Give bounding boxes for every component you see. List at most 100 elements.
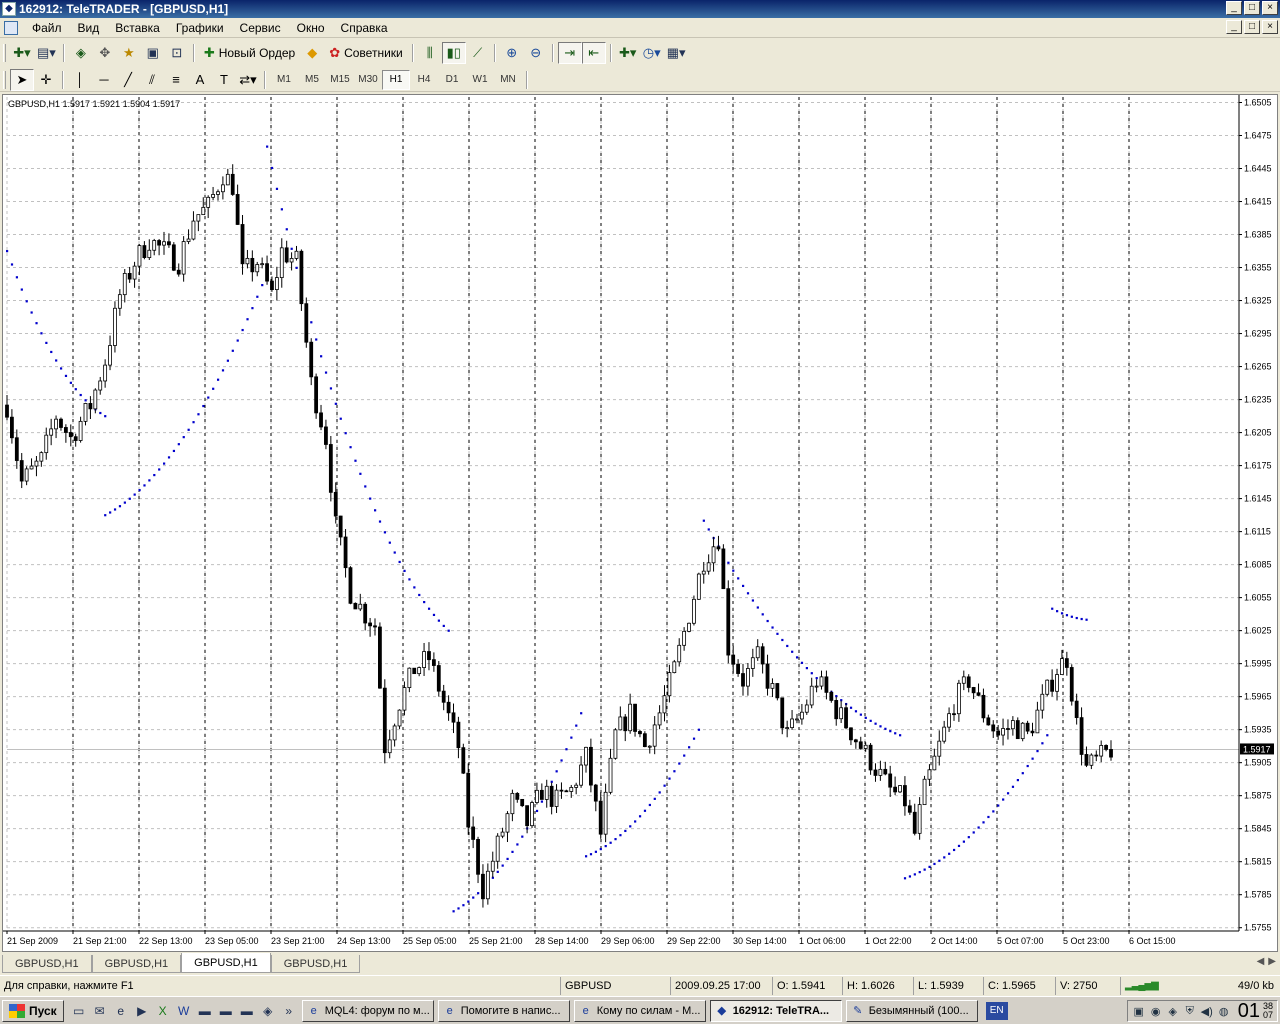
excel-icon[interactable]: X (154, 1002, 172, 1020)
timeframe-h1[interactable]: H1 (382, 69, 410, 90)
menu-file[interactable]: Файл (24, 21, 70, 35)
timeframe-m30[interactable]: M30 (354, 70, 382, 90)
strategy-tester-icon[interactable]: ⊡ (165, 42, 189, 64)
metaeditor-icon[interactable]: ◆ (300, 42, 324, 64)
data-window-icon[interactable]: ✥ (93, 42, 117, 64)
candle-body (505, 813, 510, 833)
chart-window-icon[interactable] (4, 20, 18, 35)
arrows-icon[interactable]: ⇄▾ (236, 69, 260, 91)
teletrader-app-icon[interactable]: ◆ (2, 2, 16, 16)
y-tick-label: 1.5755 (1244, 923, 1272, 933)
tab-scroll-left-icon[interactable]: ◀ (1257, 956, 1265, 967)
timeframe-m5[interactable]: M5 (298, 70, 326, 90)
shield-icon[interactable]: ⛨ (1183, 1004, 1197, 1018)
horizontal-line-icon[interactable]: ─ (92, 69, 116, 91)
crosshair-icon[interactable]: ✛ (34, 69, 58, 91)
cursor-icon[interactable]: ➤ (10, 68, 34, 91)
chart-tab-4[interactable]: GBPUSD,H1 (270, 955, 361, 973)
ie-icon[interactable]: e (112, 1002, 130, 1020)
navigator-icon[interactable]: ★ (117, 42, 141, 64)
network-icon-2[interactable]: ▬ (217, 1002, 235, 1020)
task-who-can[interactable]: e Кому по силам - М... (573, 999, 706, 1022)
sar-dot (864, 716, 867, 719)
connect-icon[interactable]: ◈ (259, 1002, 277, 1020)
auto-scroll-icon[interactable]: ⇥ (557, 42, 582, 64)
sar-dot (315, 338, 318, 341)
terminal-icon[interactable]: ▣ (141, 42, 165, 64)
periods-icon[interactable]: ◷▾ (640, 42, 664, 64)
bar-chart-icon[interactable]: ⫼ (418, 42, 442, 64)
chart-tab-1[interactable]: GBPUSD,H1 (2, 955, 92, 973)
timeframe-mn[interactable]: MN (494, 70, 522, 90)
desktop-icon[interactable]: ▭ (70, 1002, 88, 1020)
close-button[interactable]: × (1262, 1, 1278, 15)
sar-dot (604, 844, 607, 848)
mail-icon[interactable]: ✉ (91, 1002, 109, 1020)
volume-icon[interactable]: ◀) (1200, 1004, 1214, 1018)
media-player-icon[interactable]: ▶ (133, 1002, 151, 1020)
fibonacci-icon[interactable]: ≡ (164, 69, 188, 91)
toolbar-grip[interactable] (3, 44, 6, 62)
candle-body (397, 709, 402, 727)
timeframe-h4[interactable]: H4 (410, 70, 438, 90)
start-button[interactable]: Пуск (2, 999, 64, 1022)
network-icon[interactable]: ▬ (196, 1002, 214, 1020)
more-icon[interactable]: » (280, 1002, 298, 1020)
toolbar-grip-2[interactable] (3, 70, 6, 89)
sar-dot (295, 266, 298, 269)
chart-tab-2[interactable]: GBPUSD,H1 (91, 955, 182, 973)
zoom-in-icon[interactable]: ⊕ (500, 42, 524, 64)
price-chart[interactable]: 1.6505 1.6475 1.6445 1.6415 1.6385 1.6355 1.63… (3, 95, 1277, 951)
minimize-button[interactable]: _ (1226, 1, 1242, 15)
timeframe-d1[interactable]: D1 (438, 70, 466, 90)
menu-charts[interactable]: Графики (168, 21, 232, 35)
new-order-button[interactable]: ✚ Новый Ордер (199, 42, 300, 64)
candlestick-chart-icon[interactable]: ▮▯ (441, 42, 466, 64)
candle-body (1089, 754, 1094, 766)
timeframe-m15[interactable]: M15 (326, 70, 354, 90)
new-chart-icon[interactable]: ✚▾ (10, 42, 34, 64)
vertical-line-icon[interactable]: │ (68, 69, 92, 91)
market-watch-icon[interactable]: ◈ (69, 42, 93, 64)
task-paint[interactable]: ✎ Безымянный (100... (845, 999, 978, 1022)
expert-advisors-button[interactable]: ✿ Советники (324, 42, 408, 64)
sar-dot (683, 754, 686, 757)
trendline-icon[interactable]: ╱ (116, 69, 140, 91)
antivirus-tray-icon[interactable]: ◈ (1166, 1004, 1180, 1018)
task-mql4-forum[interactable]: e MQL4: форум по м... (301, 999, 434, 1022)
mdi-minimize-button[interactable]: _ (1226, 20, 1242, 34)
mdi-restore-button[interactable]: □ (1244, 20, 1260, 34)
task-help-writing[interactable]: e Помогите в напис... (437, 999, 570, 1022)
timeframe-m1[interactable]: M1 (270, 70, 298, 90)
indicators-icon[interactable]: ✚▾ (616, 42, 640, 64)
mdi-close-button[interactable]: × (1262, 20, 1278, 34)
chart-area[interactable]: 1.6505 1.6475 1.6445 1.6415 1.6385 1.6355 1.63… (2, 94, 1278, 952)
menu-help[interactable]: Справка (333, 21, 396, 35)
chart-tab-3[interactable]: GBPUSD,H1 (181, 953, 271, 973)
templates-icon[interactable]: ▦▾ (664, 42, 689, 64)
network-icon-3[interactable]: ▬ (238, 1002, 256, 1020)
security-tray-icon[interactable]: ◉ (1149, 1004, 1163, 1018)
text-icon[interactable]: A (188, 69, 212, 91)
chart-shift-icon[interactable]: ⇤ (581, 42, 606, 64)
language-indicator[interactable]: EN (985, 1001, 1008, 1020)
update-icon[interactable]: ◍ (1217, 1004, 1231, 1018)
sar-dot (344, 432, 347, 435)
network-tray-icon[interactable]: ▣ (1132, 1004, 1146, 1018)
channel-icon[interactable]: ⫽ (140, 69, 164, 91)
task-teletrader[interactable]: ◆ 162912: TeleTRA... (709, 999, 842, 1022)
clock-hour[interactable]: 01 (1238, 1001, 1260, 1021)
menu-tools[interactable]: Сервис (232, 21, 289, 35)
sar-dot (884, 727, 887, 730)
menu-window[interactable]: Окно (289, 21, 333, 35)
menu-insert[interactable]: Вставка (107, 21, 168, 35)
tab-scroll-right-icon[interactable]: ▶ (1268, 956, 1276, 967)
zoom-out-icon[interactable]: ⊖ (524, 42, 548, 64)
text-label-icon[interactable]: T (212, 69, 236, 91)
menu-view[interactable]: Вид (70, 21, 108, 35)
line-chart-icon[interactable]: ⟋ (466, 42, 490, 64)
word-icon[interactable]: W (175, 1002, 193, 1020)
profiles-icon[interactable]: ▤▾ (34, 42, 59, 64)
timeframe-w1[interactable]: W1 (466, 70, 494, 90)
maximize-button[interactable]: □ (1244, 1, 1260, 15)
